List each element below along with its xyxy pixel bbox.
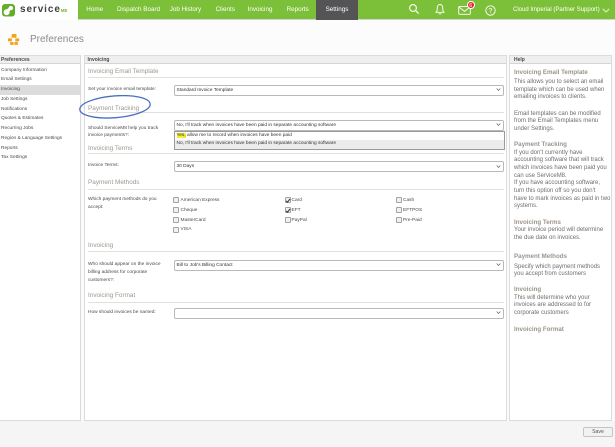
svg-text:?: ? [488,8,492,15]
